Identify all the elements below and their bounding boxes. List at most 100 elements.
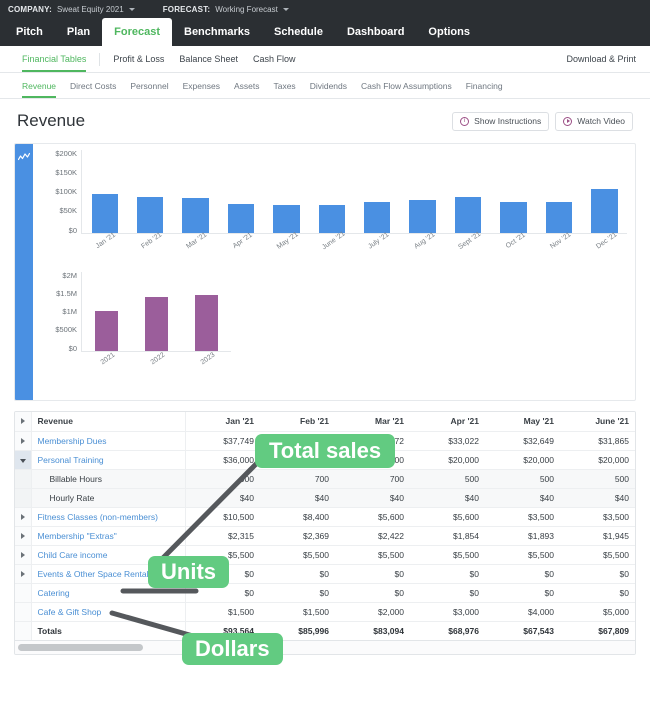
row-label[interactable]: Membership Dues xyxy=(31,431,186,451)
tertnav-item-revenue[interactable]: Revenue xyxy=(22,73,57,98)
table-cell[interactable]: $0 xyxy=(260,583,335,603)
table-cell[interactable]: $40 xyxy=(560,488,635,508)
table-cell[interactable]: $3,000 xyxy=(410,602,485,622)
nav-tab-dashboard[interactable]: Dashboard xyxy=(335,18,416,46)
row-label[interactable]: Personal Training xyxy=(31,450,186,470)
table-cell[interactable]: $8,400 xyxy=(260,507,335,527)
table-cell[interactable]: $10,500 xyxy=(185,507,260,527)
row-expand-toggle[interactable] xyxy=(15,564,32,584)
horizontal-scrollbar[interactable] xyxy=(15,640,635,654)
table-cell[interactable]: $33,022 xyxy=(410,431,485,451)
table-cell[interactable]: 500 xyxy=(485,469,560,489)
table-cell[interactable]: $2,000 xyxy=(335,602,410,622)
forecast-selector[interactable]: FORECAST: Working Forecast xyxy=(163,5,289,14)
table-cell[interactable]: $5,500 xyxy=(560,545,635,565)
row-expand-toggle[interactable] xyxy=(15,431,32,451)
table-cell[interactable]: $2,422 xyxy=(335,526,410,546)
company-selector[interactable]: COMPANY: Sweat Equity 2021 xyxy=(8,5,135,14)
table-cell[interactable]: $40 xyxy=(485,488,560,508)
row-expand-toggle[interactable] xyxy=(15,545,32,565)
table-cell[interactable]: $0 xyxy=(335,583,410,603)
table-cell[interactable]: $32,649 xyxy=(485,431,560,451)
table-cell[interactable]: $0 xyxy=(560,583,635,603)
table-cell[interactable]: $20,000 xyxy=(485,450,560,470)
table-row[interactable]: Fitness Classes (non-members) $10,500 $8,4… xyxy=(15,507,635,527)
table-cell[interactable]: $0 xyxy=(260,564,335,584)
row-label[interactable]: Fitness Classes (non-members) xyxy=(31,507,186,527)
table-cell[interactable]: $37,749 xyxy=(185,431,260,451)
table-cell[interactable]: $2,369 xyxy=(260,526,335,546)
table-cell[interactable]: $40 xyxy=(410,488,485,508)
tertnav-item-direct-costs[interactable]: Direct Costs xyxy=(70,73,116,98)
table-cell[interactable]: $0 xyxy=(335,564,410,584)
table-cell[interactable]: 700 xyxy=(260,469,335,489)
row-expand-toggle[interactable] xyxy=(15,450,32,470)
table-cell[interactable]: 700 xyxy=(335,469,410,489)
scrollbar-thumb[interactable] xyxy=(18,644,143,651)
table-cell[interactable]: $36,000 xyxy=(185,450,260,470)
table-row[interactable]: Billable Hours 900 700 700 500 500 500 xyxy=(15,469,635,489)
table-cell[interactable]: $3,500 xyxy=(560,507,635,527)
header-expand-cell[interactable] xyxy=(15,412,32,432)
row-label[interactable]: Cafe & Gift Shop xyxy=(31,602,186,622)
table-cell[interactable]: 500 xyxy=(410,469,485,489)
subnav-item-financial-tables[interactable]: Financial Tables xyxy=(22,46,87,72)
row-expand-toggle[interactable] xyxy=(15,507,32,527)
tertnav-item-cash-flow-assumptions[interactable]: Cash Flow Assumptions xyxy=(361,73,452,98)
row-label[interactable]: Membership "Extras" xyxy=(31,526,186,546)
table-cell[interactable]: $31,865 xyxy=(560,431,635,451)
table-cell[interactable]: $1,854 xyxy=(410,526,485,546)
table-cell[interactable]: $20,000 xyxy=(560,450,635,470)
show-instructions-button[interactable]: i Show Instructions xyxy=(452,111,550,131)
table-cell[interactable]: $1,893 xyxy=(485,526,560,546)
subnav-item-balance-sheet[interactable]: Balance Sheet xyxy=(179,46,238,72)
tertnav-item-dividends[interactable]: Dividends xyxy=(310,73,347,98)
tertnav-item-financing[interactable]: Financing xyxy=(466,73,503,98)
table-cell[interactable]: $5,000 xyxy=(560,602,635,622)
table-cell[interactable]: 900 xyxy=(185,469,260,489)
table-cell[interactable]: $4,000 xyxy=(485,602,560,622)
download-and-print-button[interactable]: Download & Print xyxy=(566,54,636,64)
table-cell[interactable]: $5,500 xyxy=(485,545,560,565)
table-cell[interactable]: $0 xyxy=(410,583,485,603)
table-cell[interactable]: $2,315 xyxy=(185,526,260,546)
tertnav-item-personnel[interactable]: Personnel xyxy=(130,73,168,98)
nav-tab-plan[interactable]: Plan xyxy=(55,18,102,46)
table-cell[interactable]: $5,600 xyxy=(410,507,485,527)
nav-tab-pitch[interactable]: Pitch xyxy=(4,18,55,46)
table-cell[interactable]: $5,500 xyxy=(410,545,485,565)
table-cell[interactable]: $0 xyxy=(410,564,485,584)
table-cell[interactable]: $0 xyxy=(485,564,560,584)
subnav-item-cash-flow[interactable]: Cash Flow xyxy=(253,46,296,72)
table-row[interactable]: Child Care income $5,500 $5,500 $5,500 $5,50… xyxy=(15,545,635,565)
tertnav-item-assets[interactable]: Assets xyxy=(234,73,260,98)
subnav-item-profit-loss[interactable]: Profit & Loss xyxy=(113,46,164,72)
table-cell[interactable]: $5,600 xyxy=(335,507,410,527)
table-cell[interactable]: $40 xyxy=(260,488,335,508)
table-cell[interactable]: $1,500 xyxy=(260,602,335,622)
nav-tab-options[interactable]: Options xyxy=(416,18,482,46)
table-row[interactable]: Events & Other Space Rental income $0 $0 $0… xyxy=(15,564,635,584)
table-cell[interactable]: $20,000 xyxy=(410,450,485,470)
table-cell[interactable]: $5,500 xyxy=(335,545,410,565)
tertnav-item-taxes[interactable]: Taxes xyxy=(273,73,295,98)
table-cell[interactable]: $0 xyxy=(560,564,635,584)
table-row[interactable]: Membership "Extras" $2,315 $2,369 $2,422 $1,… xyxy=(15,526,635,546)
table-cell[interactable]: $40 xyxy=(185,488,260,508)
nav-tab-forecast[interactable]: Forecast xyxy=(102,18,172,46)
table-row[interactable]: Cafe & Gift Shop $1,500 $1,500 $2,000 $3,000… xyxy=(15,602,635,622)
table-cell[interactable]: $0 xyxy=(485,583,560,603)
tertnav-item-expenses[interactable]: Expenses xyxy=(183,73,220,98)
table-cell[interactable]: $5,500 xyxy=(260,545,335,565)
table-cell[interactable]: $1,500 xyxy=(185,602,260,622)
table-cell[interactable]: $3,500 xyxy=(485,507,560,527)
chart-rail[interactable] xyxy=(15,144,33,400)
watch-video-button[interactable]: Watch Video xyxy=(555,111,633,131)
table-cell[interactable]: 500 xyxy=(560,469,635,489)
row-expand-toggle[interactable] xyxy=(15,526,32,546)
table-cell[interactable]: $1,945 xyxy=(560,526,635,546)
table-row[interactable]: Catering $0 $0 $0 $0 $0 $0 xyxy=(15,583,635,603)
nav-tab-schedule[interactable]: Schedule xyxy=(262,18,335,46)
table-cell[interactable]: $40 xyxy=(335,488,410,508)
table-row[interactable]: Hourly Rate $40 $40 $40 $40 $40 $40 xyxy=(15,488,635,508)
